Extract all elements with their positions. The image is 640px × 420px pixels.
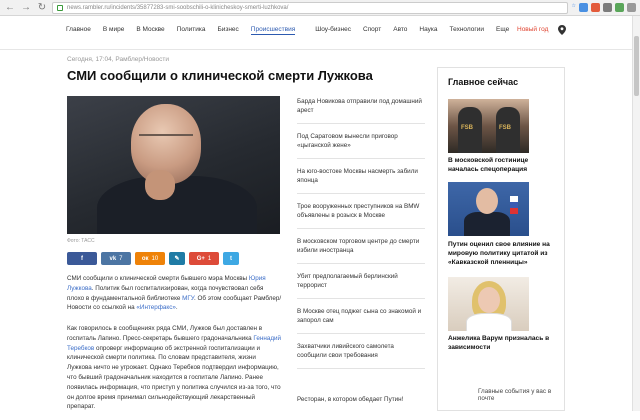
share-lj-button[interactable]: ✎ [169,252,185,265]
nav-item-more[interactable]: Еще [496,26,509,35]
article-paragraph: СМИ сообщили о клинической смерти бывшег… [67,275,282,312]
email-subscribe-link[interactable]: Главные события у вас в почте [478,388,564,402]
top-news-headline[interactable]: В московской гостинице началась спецопер… [448,156,560,174]
scrollbar-thumb[interactable] [634,36,639,96]
location-icon[interactable] [558,25,566,35]
extension-icon[interactable] [603,3,612,12]
extension-icon[interactable] [591,3,600,12]
ok-count: 10 [151,255,159,262]
nav-item-world[interactable]: В мире [103,26,124,35]
gplus-count: 1 [207,255,212,262]
lj-icon: ✎ [174,256,180,262]
extension-icon[interactable] [615,3,624,12]
back-button[interactable]: ← [4,2,16,14]
top-news-headline[interactable]: Путин оценил свое влияние на мировую пол… [448,240,560,267]
vk-count: 7 [119,255,123,262]
extension-icon[interactable] [579,3,588,12]
related-news-item[interactable]: Убит предполагаемый берлинский террорист [297,272,425,299]
related-news-item[interactable]: Ресторан, в котором обедает Путин! [297,395,425,412]
browser-toolbar: ← → ↻ news.rambler.ru/incidents/35877283… [0,0,640,16]
top-news-headline[interactable]: Анжелика Варум призналась в зависимости [448,334,560,352]
article-paragraph: Как говорилось в сообщениях ряда СМИ, Лу… [67,325,282,411]
article-title: СМИ сообщили о клинической смерти Лужков… [67,68,373,83]
nav-item-tech[interactable]: Технологии [450,26,485,35]
vk-icon: vk [109,255,117,262]
facebook-icon: f [81,255,83,262]
extensions: ☆ [572,3,636,12]
reload-button[interactable]: ↻ [36,2,48,14]
gplus-icon: G+ [196,255,205,262]
nav-item-incidents[interactable]: Происшествия [250,26,296,35]
nav-item-newyear[interactable]: Новый год [517,26,548,33]
share-gplus-button[interactable]: G+ 1 [189,252,219,265]
link-mgu[interactable]: МГУ [182,295,194,302]
nav-item-business[interactable]: Бизнес [217,26,238,35]
news-thumbnail[interactable] [448,182,529,236]
photo-caption: Фото: ТАСС [67,238,95,244]
related-news-item[interactable]: На юго-востоке Москвы насмерть забили яп… [297,167,425,194]
share-bar: f vk 7 ок 10 ✎ G+ 1 t [67,252,239,265]
related-news-item[interactable]: Трое вооруженных преступников на BMW объ… [297,202,425,229]
nav-item-moscow[interactable]: В Москве [136,26,164,35]
nav-item-science[interactable]: Наука [419,26,437,35]
share-facebook-button[interactable]: f [67,252,97,265]
nav-item-politics[interactable]: Политика [177,26,206,35]
site-navigation: Главное В мире В Москве Политика Бизнес … [0,16,640,50]
lock-icon [57,4,63,11]
nav-item-sport[interactable]: Спорт [363,26,381,35]
page-scrollbar[interactable] [632,16,640,411]
share-twitter-button[interactable]: t [223,252,239,265]
related-news-item[interactable]: В московском торговом центре до смерти и… [297,237,425,264]
nav-item-main[interactable]: Главное [66,26,91,35]
link-interfax[interactable]: «Интерфакс» [136,304,175,311]
nav-item-showbiz[interactable]: Шоу-бизнес [315,26,351,35]
news-thumbnail[interactable] [448,277,529,331]
menu-icon[interactable] [627,3,636,12]
twitter-icon: t [230,255,232,262]
article-meta: Сегодня, 17:04, Рамблер/Новости [67,56,169,63]
related-news-item[interactable]: В Москве отец поджег сына со знакомой и … [297,307,425,334]
forward-button[interactable]: → [20,2,32,14]
news-thumbnail[interactable]: FSB FSB [448,99,529,153]
top-news-panel: Главное сейчас FSB FSB В московской гост… [437,67,565,411]
share-ok-button[interactable]: ок 10 [135,252,165,265]
related-news-list: Барда Новикова отправили под домашний ар… [297,97,425,420]
article-photo [67,96,280,234]
address-bar[interactable]: news.rambler.ru/incidents/35877283-smi-s… [52,1,568,14]
nav-item-auto[interactable]: Авто [393,26,407,35]
related-news-item[interactable]: Барда Новикова отправили под домашний ар… [297,97,425,124]
star-icon[interactable]: ☆ [572,3,576,12]
related-news-item[interactable]: Под Саратовом вынесли приговор «цыганско… [297,132,425,159]
ok-icon: ок [141,255,149,262]
share-vk-button[interactable]: vk 7 [101,252,131,265]
related-news-item[interactable]: Захватчики ливийского самолета сообщили … [297,342,425,369]
url-text: news.rambler.ru/incidents/35877283-smi-s… [67,4,289,11]
nav-list: Главное В мире В Москве Политика Бизнес … [66,26,521,35]
top-news-title: Главное сейчас [448,77,519,87]
